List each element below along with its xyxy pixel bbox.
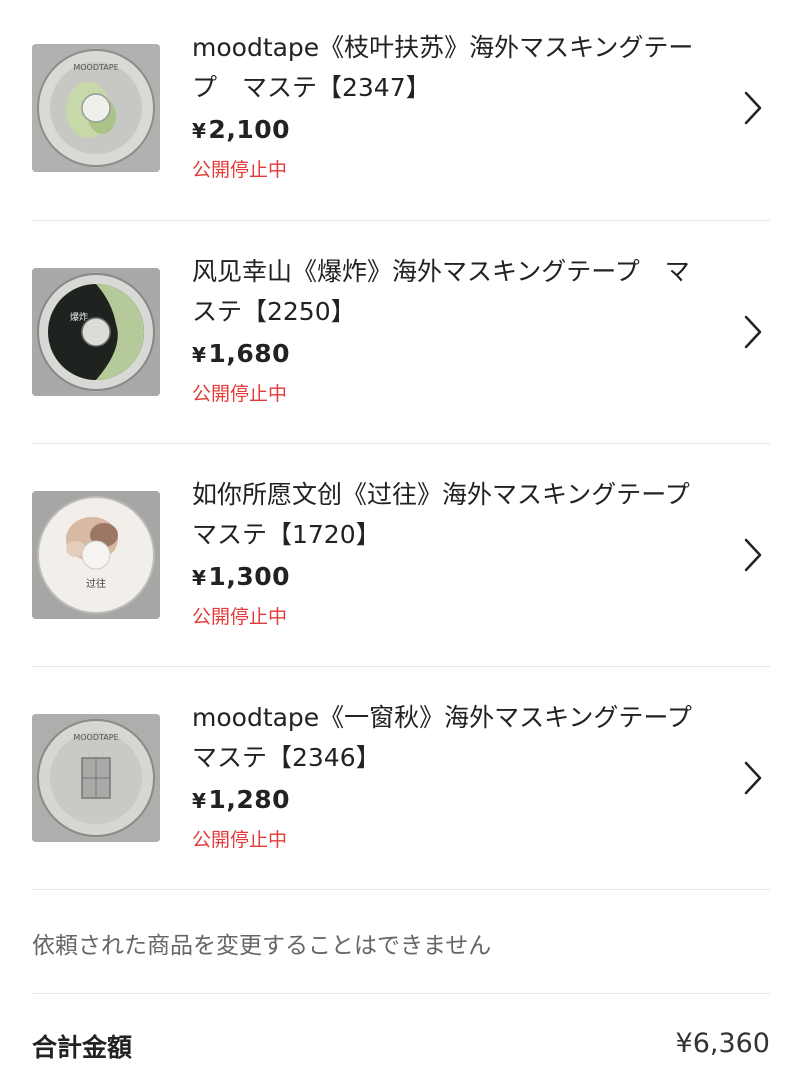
- status-badge: 公開停止中: [192, 159, 288, 181]
- change-notice: 依頼された商品を変更することはできません: [32, 892, 770, 994]
- total-label: 合計金額: [32, 1033, 133, 1062]
- product-price: ¥1,680: [192, 339, 290, 368]
- change-notice-text: 依頼された商品を変更することはできません: [32, 933, 492, 959]
- total-amount: ¥6,360: [675, 1028, 770, 1059]
- product-title[interactable]: 如你所愿文创《过往》海外マスキングテープ マステ【1720】: [192, 475, 715, 555]
- total-row: 合計金額 ¥6,360: [32, 1024, 770, 1068]
- thumbnail-title-text: 爆炸: [70, 311, 88, 323]
- thumbnail-brand-text: MOODTAPE: [73, 733, 118, 742]
- product-title[interactable]: 风见幸山《爆炸》海外マスキングテープ マステ【2250】: [192, 252, 710, 332]
- product-title[interactable]: moodtape《一窗秋》海外マスキングテープ マステ【2346】: [192, 698, 717, 778]
- product-thumbnail: 爆炸: [32, 268, 160, 396]
- chevron-right-icon[interactable]: [742, 314, 764, 350]
- status-badge: 公開停止中: [192, 383, 288, 405]
- status-badge: 公開停止中: [192, 829, 288, 851]
- chevron-right-icon[interactable]: [742, 537, 764, 573]
- chevron-right-icon[interactable]: [742, 760, 764, 796]
- product-price: ¥1,300: [192, 562, 290, 591]
- product-price: ¥1,280: [192, 785, 290, 814]
- product-thumbnail: MOODTAPE: [32, 44, 160, 172]
- product-thumbnail: MOODTAPE: [32, 714, 160, 842]
- list-item[interactable]: MOODTAPE moodtape《枝叶扶苏》海外マスキングテープ マステ【23…: [32, 0, 770, 221]
- thumbnail-brand-text: MOODTAPE: [73, 63, 118, 72]
- product-title[interactable]: moodtape《枝叶扶苏》海外マスキングテープ マステ【2347】: [192, 28, 710, 108]
- thumbnail-title-text: 过往: [86, 577, 106, 590]
- item-list: MOODTAPE moodtape《枝叶扶苏》海外マスキングテープ マステ【23…: [32, 0, 770, 890]
- status-badge: 公開停止中: [192, 606, 288, 628]
- product-thumbnail: 过往: [32, 491, 160, 619]
- list-item[interactable]: MOODTAPE moodtape《一窗秋》海外マスキングテープ マステ【234…: [32, 667, 770, 890]
- list-item[interactable]: 爆炸 风见幸山《爆炸》海外マスキングテープ マステ【2250】 ¥1,680 公…: [32, 221, 770, 444]
- product-price: ¥2,100: [192, 115, 290, 144]
- list-item[interactable]: 过往 如你所愿文创《过往》海外マスキングテープ マステ【1720】 ¥1,300…: [32, 444, 770, 667]
- chevron-right-icon[interactable]: [742, 90, 764, 126]
